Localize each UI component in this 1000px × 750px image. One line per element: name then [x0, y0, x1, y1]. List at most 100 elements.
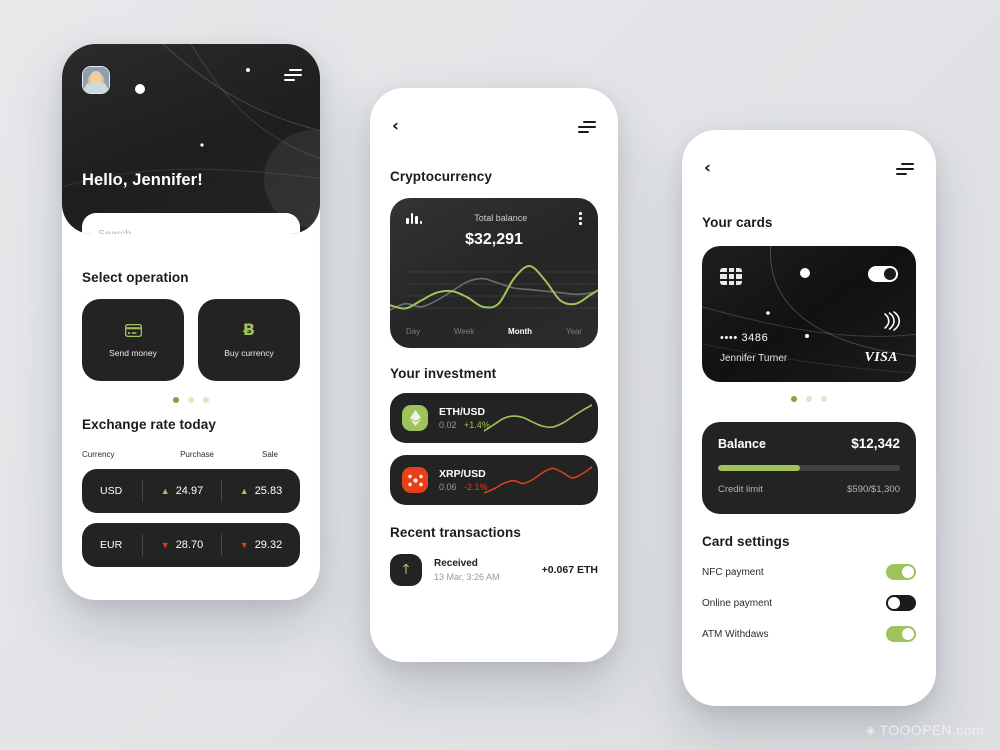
rate-sale: ▼ 29.32: [221, 534, 300, 556]
caret-up-icon: ▲: [239, 485, 249, 496]
table-row[interactable]: USD ▲ 24.97 ▲ 25.83: [82, 469, 300, 513]
section-title-transactions: Recent transactions: [390, 525, 521, 540]
carousel-dot[interactable]: [806, 396, 812, 402]
setting-row-nfc: NFC payment: [702, 564, 916, 580]
balance-amount: $32,291: [465, 230, 523, 248]
tab-week[interactable]: Week: [454, 327, 474, 336]
carousel-dots[interactable]: [702, 396, 916, 402]
toggle-nfc-payment[interactable]: [886, 564, 916, 580]
page-title: Your cards: [702, 215, 773, 230]
search-placeholder: Search...: [98, 227, 141, 235]
investment-row-xrp[interactable]: XRP/USD 0.06 -2.1%: [390, 455, 598, 505]
balance-card: Balance $12,342 Credit limit $590/$1,300: [702, 422, 916, 514]
watermark: ◈ TOOOPEN.com: [866, 722, 984, 738]
contactless-icon: [884, 311, 900, 331]
cards-topbar: ‹: [682, 130, 936, 177]
search-input[interactable]: Search...: [82, 213, 300, 234]
rate-purchase: ▼ 28.70: [142, 534, 221, 556]
menu-icon[interactable]: [578, 120, 596, 133]
sparkline-xrp: [484, 462, 592, 498]
cards-content: Your cards •••• 3486 Jennifer Turner VIS…: [682, 215, 936, 642]
ethereum-glyph: [409, 410, 421, 426]
avatar[interactable]: [82, 66, 110, 94]
column-header-currency: Currency: [82, 450, 115, 459]
investment-text: XRP/USD 0.06 -2.1%: [439, 468, 488, 492]
crypto-topbar: ‹: [370, 88, 618, 135]
section-title-card-settings: Card settings: [702, 534, 790, 549]
carousel-dot[interactable]: [188, 397, 194, 403]
ripple-glyph: [407, 474, 423, 486]
transaction-row[interactable]: ↑ Received 13 Mar, 3:26 AM +0.067 ETH: [390, 554, 598, 586]
caret-down-icon: ▼: [160, 539, 170, 550]
operation-buy-currency[interactable]: Ƀ Buy currency: [198, 299, 300, 381]
credit-card-icon: [124, 322, 142, 338]
carousel-dots[interactable]: [82, 397, 300, 403]
section-title-investment: Your investment: [390, 366, 497, 381]
emv-chip-icon: [720, 268, 742, 285]
bitcoin-glyph: Ƀ: [242, 320, 256, 339]
credit-progress-bar: [718, 465, 900, 471]
transaction-amount: +0.067 ETH: [541, 564, 598, 576]
credit-limit-label: Credit limit: [718, 484, 763, 495]
transaction-date: 13 Mar, 3:26 AM: [434, 572, 500, 582]
balance-label: Balance: [718, 437, 766, 451]
toggle-atm-withdrawals[interactable]: [886, 626, 916, 642]
total-balance-card[interactable]: Total balance $32,291 Day Week Month Yea…: [390, 198, 598, 348]
tab-month[interactable]: Month: [508, 327, 532, 336]
operation-send-money[interactable]: Send money: [82, 299, 184, 381]
balance-line-chart: [390, 260, 598, 316]
exchange-table-header: Currency Purchase Sale: [82, 450, 300, 459]
carousel-dot[interactable]: [821, 396, 827, 402]
tab-day[interactable]: Day: [406, 327, 420, 336]
balance-header: Balance $12,342: [718, 436, 900, 451]
carousel-dot[interactable]: [203, 397, 209, 403]
tab-year[interactable]: Year: [566, 327, 582, 336]
menu-icon[interactable]: [896, 162, 914, 175]
investment-text: ETH/USD 0.02 +1.4%: [439, 406, 490, 430]
setting-label: Online payment: [702, 597, 773, 609]
table-row[interactable]: EUR ▼ 28.70 ▼ 29.32: [82, 523, 300, 567]
chevron-left-icon[interactable]: ‹: [392, 118, 399, 135]
credit-limit-value: $590/$1,300: [847, 484, 900, 495]
range-tabs[interactable]: Day Week Month Year: [406, 327, 582, 336]
kebab-menu-icon[interactable]: [579, 212, 582, 225]
credit-progress-fill: [718, 465, 800, 471]
avatar-photo: [83, 67, 109, 93]
menu-icon[interactable]: [284, 69, 302, 81]
visa-logo: VISA: [864, 350, 898, 365]
balance-value: $12,342: [851, 436, 900, 451]
card-number: •••• 3486: [720, 332, 769, 344]
watermark-mark: ◈: [865, 723, 876, 737]
investment-row-eth[interactable]: ETH/USD 0.02 +1.4%: [390, 393, 598, 443]
home-content: Select operation Send money Ƀ Buy curren…: [62, 234, 320, 567]
phone-home-screen: Hello, Jennifer! Search... Select operat…: [62, 44, 320, 600]
credit-card-glyph: [124, 323, 142, 337]
caret-down-icon: ▼: [239, 539, 249, 550]
section-title-exchange: Exchange rate today: [82, 417, 216, 432]
rate-sale: ▲ 25.83: [221, 480, 300, 502]
card-holder-name: Jennifer Turner: [720, 353, 788, 364]
credit-card[interactable]: •••• 3486 Jennifer Turner VISA: [702, 246, 916, 382]
rate-purchase: ▲ 24.97: [142, 480, 221, 502]
setting-row-atm: ATM Withdaws: [702, 626, 916, 642]
bar-chart-icon: [406, 212, 422, 224]
chevron-left-icon[interactable]: ‹: [704, 160, 711, 177]
operation-label: Buy currency: [224, 348, 274, 358]
rate-currency: EUR: [100, 539, 123, 551]
setting-row-online: Online payment: [702, 595, 916, 611]
rate-value: 24.97: [175, 485, 204, 497]
card-power-toggle[interactable]: [868, 266, 898, 282]
rate-value: 29.32: [254, 539, 283, 551]
investment-value: 0.02: [439, 420, 457, 430]
credit-limit-row: Credit limit $590/$1,300: [718, 484, 900, 495]
investment-pair: ETH/USD: [439, 406, 486, 418]
operations-grid: Send money Ƀ Buy currency: [82, 299, 300, 381]
arrow-up-icon: ↑: [390, 554, 422, 586]
carousel-dot[interactable]: [173, 397, 179, 403]
investment-pair: XRP/USD: [439, 468, 486, 480]
phone-crypto-screen: ‹ Cryptocurrency Total balance $32,291 D…: [370, 88, 618, 662]
carousel-dot[interactable]: [791, 396, 797, 402]
watermark-text: TOOOPEN.com: [879, 722, 984, 738]
caret-up-icon: ▲: [160, 485, 170, 496]
toggle-online-payment[interactable]: [886, 595, 916, 611]
